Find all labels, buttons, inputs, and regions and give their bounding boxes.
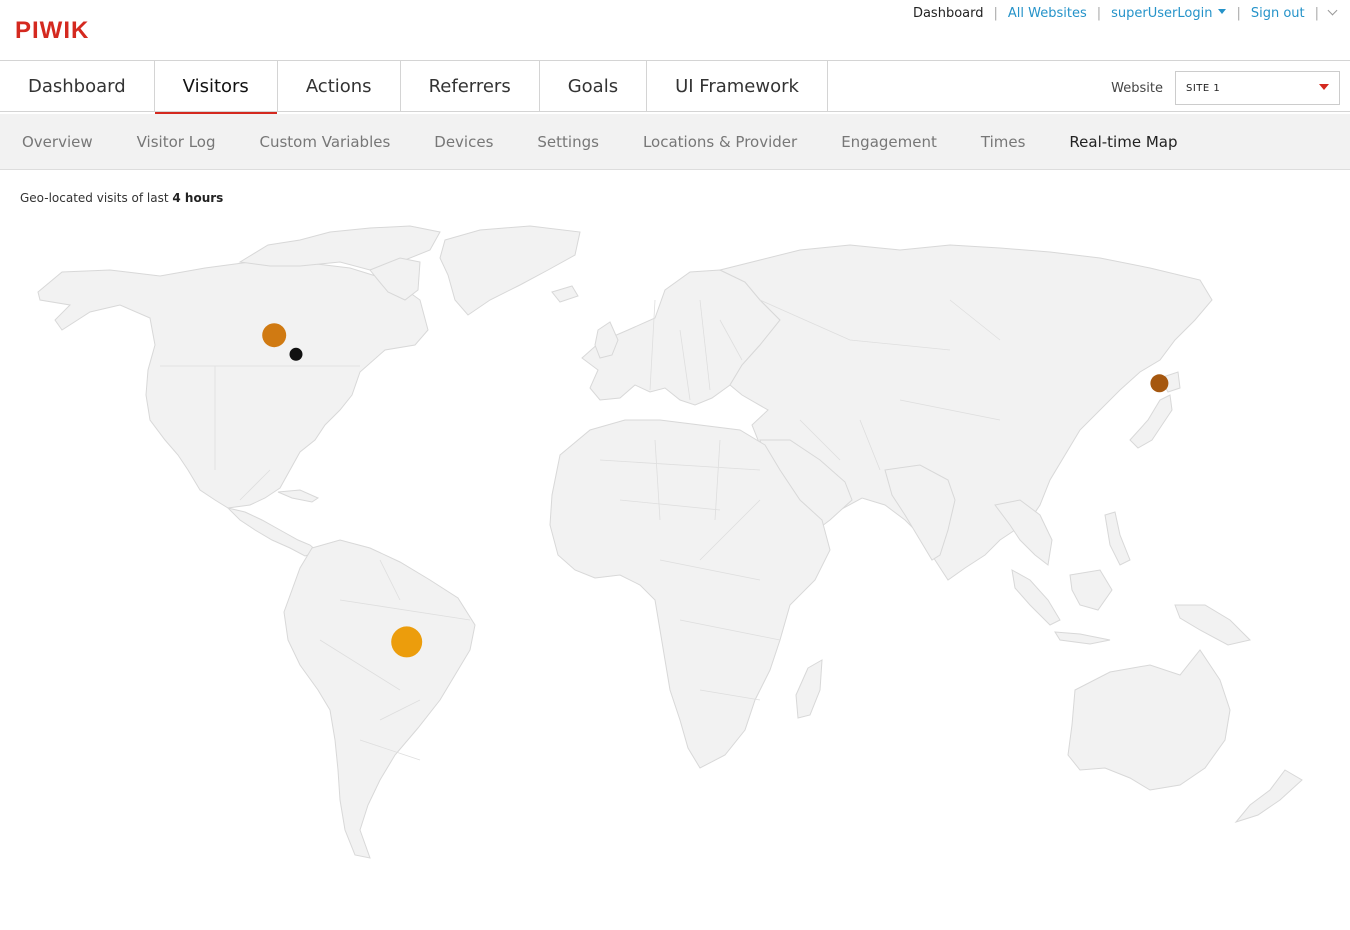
- land-central-america: [226, 507, 320, 557]
- site-selector[interactable]: SITE 1: [1175, 71, 1340, 105]
- main-nav-visitors[interactable]: Visitors: [154, 61, 278, 116]
- sub-nav: Overview Visitor Log Custom Variables De…: [0, 114, 1350, 170]
- land-madagascar: [795, 659, 823, 719]
- sub-nav-engagement[interactable]: Engagement: [841, 133, 937, 151]
- main-nav-referrers[interactable]: Referrers: [401, 61, 540, 112]
- top-links: Dashboard | All Websites | superUserLogi…: [913, 5, 1338, 21]
- divider: |: [1096, 6, 1102, 21]
- divider: |: [1314, 6, 1319, 21]
- sub-nav-devices[interactable]: Devices: [434, 133, 493, 151]
- land-north-america: [37, 261, 429, 509]
- dropdown-arrow-icon: [1319, 84, 1329, 90]
- top-link-user-menu[interactable]: superUserLogin: [1111, 6, 1227, 21]
- land-greenland: [439, 225, 581, 316]
- visit-tokyo-marker[interactable]: [1150, 374, 1169, 393]
- main-nav: Dashboard Visitors Actions Referrers Goa…: [0, 60, 1350, 116]
- main-nav-goals[interactable]: Goals: [540, 61, 648, 112]
- world-map[interactable]: [0, 210, 1350, 870]
- chevron-down-icon[interactable]: [1327, 5, 1338, 16]
- divider: |: [993, 6, 998, 21]
- visit-toronto-marker[interactable]: [262, 323, 287, 348]
- caption-period: 4 hours: [172, 191, 224, 205]
- website-selector-area: Website SITE 1: [1111, 71, 1340, 105]
- land-cuba: [277, 489, 320, 503]
- top-link-dashboard[interactable]: Dashboard: [913, 6, 984, 21]
- user-login-label: superUserLogin: [1111, 6, 1213, 21]
- land-new-zealand: [1234, 769, 1303, 823]
- caption-prefix: Geo-located visits of last: [20, 191, 169, 205]
- land-borneo: [1069, 569, 1113, 611]
- sub-nav-settings[interactable]: Settings: [537, 133, 599, 151]
- continents: [37, 225, 1303, 859]
- main-nav-actions[interactable]: Actions: [278, 61, 401, 112]
- land-java: [1054, 631, 1111, 645]
- piwik-logo: PIWIK: [15, 17, 89, 41]
- divider: |: [1236, 6, 1241, 21]
- sub-nav-visitor-log[interactable]: Visitor Log: [137, 133, 216, 151]
- main-nav-dashboard[interactable]: Dashboard: [0, 61, 155, 112]
- sub-nav-times[interactable]: Times: [981, 133, 1026, 151]
- sub-nav-overview[interactable]: Overview: [22, 133, 93, 151]
- map-caption: Geo-located visits of last 4 hours: [20, 191, 223, 205]
- sub-nav-locations-provider[interactable]: Locations & Provider: [643, 133, 797, 151]
- sub-nav-custom-variables[interactable]: Custom Variables: [260, 133, 391, 151]
- land-japan: [1129, 394, 1173, 449]
- land-philippines: [1104, 511, 1131, 566]
- land-australia: [1067, 649, 1231, 791]
- land-new-guinea: [1174, 604, 1251, 646]
- site-selector-value: SITE 1: [1186, 82, 1221, 94]
- top-link-all-websites[interactable]: All Websites: [1008, 6, 1087, 21]
- logo-text: PIWIK: [15, 17, 89, 41]
- top-link-sign-out[interactable]: Sign out: [1251, 6, 1305, 21]
- main-nav-ui-framework[interactable]: UI Framework: [647, 61, 828, 112]
- visit-sao-paulo-marker[interactable]: [391, 626, 423, 658]
- sub-nav-realtime-map[interactable]: Real-time Map: [1069, 133, 1177, 151]
- land-south-america: [283, 539, 476, 859]
- website-label: Website: [1111, 80, 1163, 96]
- caret-down-icon: [1218, 9, 1227, 14]
- land-indonesia: [1011, 569, 1061, 626]
- land-iceland: [551, 285, 579, 303]
- visit-new-york-marker[interactable]: [289, 347, 303, 361]
